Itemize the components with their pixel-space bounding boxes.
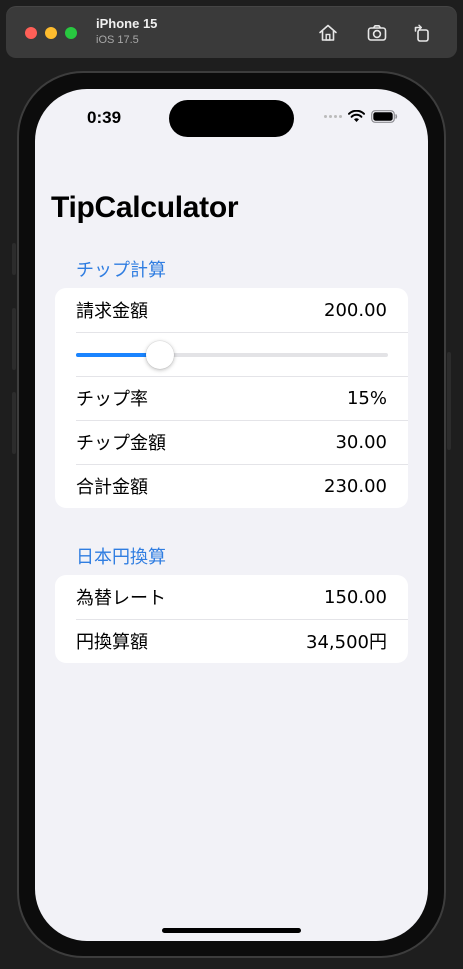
exchange-rate-row: 為替レート 150.00	[55, 575, 408, 619]
minimize-window-button[interactable]	[45, 27, 57, 39]
status-time: 0:39	[87, 108, 122, 127]
total-amount-value: 230.00	[324, 475, 387, 497]
tip-rate-row: チップ率 15%	[55, 376, 408, 420]
tip-slider-row	[55, 332, 408, 376]
exchange-rate-label: 為替レート	[76, 588, 166, 609]
yen-amount-row: 円換算額 34,500円	[55, 619, 408, 663]
home-icon	[319, 24, 337, 41]
device-name: iPhone 15	[96, 16, 158, 31]
power-button	[447, 352, 451, 450]
page-title: TipCalculator	[51, 191, 239, 224]
simulator-toolbar: iPhone 15 iOS 17.5	[6, 6, 457, 58]
tip-amount-label: チップ金額	[76, 433, 166, 454]
home-indicator	[162, 928, 301, 933]
wifi-icon	[348, 110, 365, 122]
home-button[interactable]	[315, 20, 341, 46]
volume-down-button	[12, 392, 16, 454]
yen-amount-value: 34,500円	[306, 632, 387, 653]
device-os-version: iOS 17.5	[96, 34, 139, 46]
yen-card: 為替レート 150.00 円換算額 34,500円	[55, 575, 408, 663]
close-window-button[interactable]	[25, 27, 37, 39]
total-amount-row: 合計金額 230.00	[55, 464, 408, 508]
screenshot-button[interactable]	[364, 20, 390, 46]
rotate-button[interactable]	[409, 20, 435, 46]
dynamic-island	[169, 100, 294, 137]
section-header-yen: 日本円換算	[76, 547, 166, 568]
action-button	[12, 243, 16, 275]
tip-rate-label: チップ率	[76, 389, 148, 410]
slider-thumb[interactable]	[146, 341, 175, 369]
rotate-icon	[414, 24, 429, 42]
section-header-tip: チップ計算	[76, 260, 166, 281]
tip-amount-row: チップ金額 30.00	[55, 420, 408, 464]
battery-icon	[371, 110, 398, 123]
bill-amount-value[interactable]: 200.00	[324, 300, 387, 321]
exchange-rate-value[interactable]: 150.00	[324, 587, 387, 608]
tip-slider[interactable]	[76, 341, 388, 369]
zoom-window-button[interactable]	[65, 27, 77, 39]
tip-amount-value: 30.00	[335, 431, 387, 453]
volume-up-button	[12, 308, 16, 370]
status-icons	[324, 110, 398, 123]
screenshot-icon	[367, 25, 387, 41]
signal-dots-icon	[324, 115, 342, 118]
bill-amount-label: 請求金額	[76, 301, 148, 322]
phone-screen: 0:39 TipCalculator チップ計算 請求金額 200.00 チップ…	[35, 89, 428, 941]
bill-amount-row: 請求金額 200.00	[55, 288, 408, 332]
total-amount-label: 合計金額	[76, 477, 148, 498]
tip-rate-value: 15%	[346, 387, 387, 409]
yen-amount-label: 円換算額	[76, 632, 148, 653]
tip-card: 請求金額 200.00 チップ率 15% チップ金額 30.00 合計金額 23…	[55, 288, 408, 508]
